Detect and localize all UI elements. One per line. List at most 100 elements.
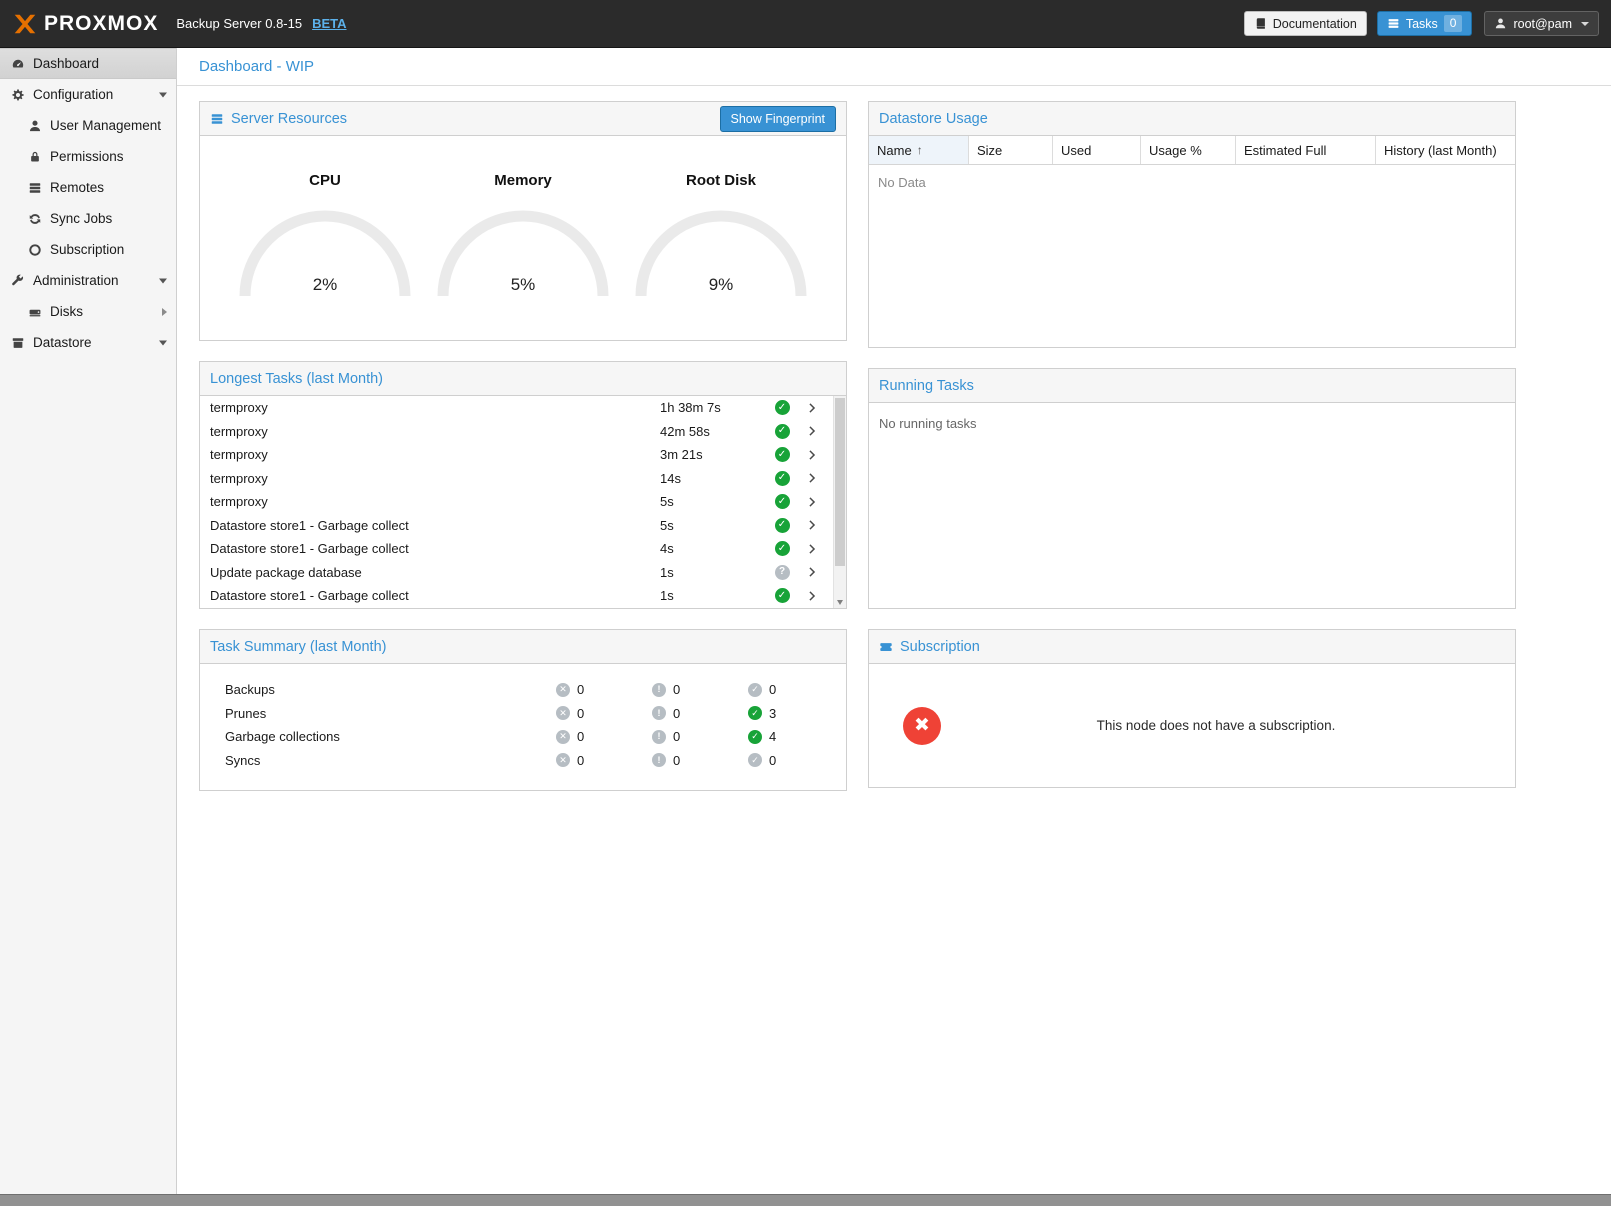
sidebar-item-sync-jobs[interactable]: Sync Jobs <box>0 203 176 234</box>
empty-state-text: No running tasks <box>879 416 977 431</box>
sidebar-item-remotes[interactable]: Remotes <box>0 172 176 203</box>
task-row[interactable]: termproxy 5s <box>200 490 832 514</box>
server-list-icon <box>28 181 42 195</box>
tasks-count-badge: 0 <box>1444 15 1463 32</box>
longest-tasks-panel: Longest Tasks (last Month) termproxy 1h … <box>199 361 847 609</box>
datastore-usage-panel: Datastore Usage Name Size Used Usage % E… <box>868 101 1516 348</box>
task-row[interactable]: Update package database 1s <box>200 561 832 585</box>
error-count-icon <box>556 683 570 697</box>
task-status-icon <box>770 518 794 533</box>
chevron-right-icon[interactable] <box>794 519 832 531</box>
expand-arrow-icon[interactable] <box>162 308 167 316</box>
chevron-right-icon[interactable] <box>794 425 832 437</box>
collapse-arrow-icon[interactable] <box>159 92 167 97</box>
sidebar-item-datastore[interactable]: Datastore <box>0 327 176 358</box>
chevron-right-icon[interactable] <box>794 566 832 578</box>
scrollbar-thumb[interactable] <box>835 398 845 566</box>
sort-ascending-icon <box>917 143 923 157</box>
chevron-right-icon[interactable] <box>794 543 832 555</box>
wrench-icon <box>11 274 25 288</box>
panel-title: Running Tasks <box>879 378 974 394</box>
memory-gauge: Memory 5% <box>428 172 618 301</box>
task-row[interactable]: termproxy 42m 58s <box>200 420 832 444</box>
column-header-history[interactable]: History (last Month) <box>1376 136 1515 164</box>
task-status-icon <box>770 471 794 486</box>
user-icon <box>28 119 42 133</box>
sidebar-item-dashboard[interactable]: Dashboard <box>0 48 176 79</box>
cpu-gauge: CPU 2% <box>230 172 420 301</box>
root-disk-gauge: Root Disk 9% <box>626 172 816 301</box>
product-version: Backup Server 0.8-15 <box>176 16 302 31</box>
memory-percent: 5% <box>428 275 618 295</box>
column-header-size[interactable]: Size <box>969 136 1053 164</box>
tasks-button[interactable]: Tasks 0 <box>1377 11 1473 36</box>
sidebar-item-disks[interactable]: Disks <box>0 296 176 327</box>
task-status-icon <box>770 565 794 580</box>
task-row[interactable]: Datastore store1 - Garbage collect 1s <box>200 584 832 608</box>
task-row[interactable]: Datastore store1 - Garbage collect 4s <box>200 537 832 561</box>
sidebar-item-configuration[interactable]: Configuration <box>0 79 176 110</box>
task-summary-row: Backups 0 0 0 <box>225 678 846 702</box>
task-list-icon <box>1387 17 1400 30</box>
documentation-button[interactable]: Documentation <box>1244 11 1367 36</box>
server-resources-icon <box>210 112 224 126</box>
show-fingerprint-button[interactable]: Show Fingerprint <box>720 106 837 132</box>
column-header-usage[interactable]: Usage % <box>1141 136 1236 164</box>
panel-title: Server Resources <box>231 111 347 127</box>
sidebar-item-user-management[interactable]: User Management <box>0 110 176 141</box>
chevron-right-icon[interactable] <box>794 449 832 461</box>
task-summary-panel: Task Summary (last Month) Backups 0 0 0 … <box>199 629 847 791</box>
task-status-icon <box>770 541 794 556</box>
empty-state-text: No Data <box>878 175 926 190</box>
brand-text: PROXMOX <box>44 12 158 36</box>
server-resources-panel: Server Resources Show Fingerprint CPU 2% <box>199 101 847 341</box>
column-header-estimated-full[interactable]: Estimated Full <box>1236 136 1376 164</box>
lock-icon <box>28 150 42 164</box>
root-disk-percent: 9% <box>626 275 816 295</box>
panel-title: Longest Tasks (last Month) <box>210 371 383 387</box>
task-summary-row: Garbage collections 0 0 4 <box>225 725 846 749</box>
gear-icon <box>11 88 25 102</box>
task-row[interactable]: Datastore store1 - Garbage collect 5s <box>200 514 832 538</box>
task-row[interactable]: termproxy 3m 21s <box>200 443 832 467</box>
longest-tasks-list: termproxy 1h 38m 7s termproxy 42m 58s <box>200 396 846 608</box>
sidebar-item-permissions[interactable]: Permissions <box>0 141 176 172</box>
task-row[interactable]: termproxy 14s <box>200 467 832 491</box>
subscription-message: This node does not have a subscription. <box>941 718 1491 733</box>
chevron-right-icon[interactable] <box>794 472 832 484</box>
collapse-arrow-icon[interactable] <box>159 278 167 283</box>
error-count-icon <box>556 706 570 720</box>
collapse-arrow-icon[interactable] <box>159 340 167 345</box>
sidebar: Dashboard Configuration User Management … <box>0 48 177 1194</box>
panel-title: Task Summary (last Month) <box>210 639 386 655</box>
chevron-down-icon <box>1581 22 1589 26</box>
task-row[interactable]: termproxy 1h 38m 7s <box>200 396 832 420</box>
task-status-icon <box>770 400 794 415</box>
running-tasks-panel: Running Tasks No running tasks <box>868 368 1516 609</box>
main-content: Dashboard - WIP Server Resources Show Fi… <box>177 48 1611 1194</box>
warning-count-icon <box>652 753 666 767</box>
task-status-icon <box>770 447 794 462</box>
error-count-icon <box>556 753 570 767</box>
panel-title: Datastore Usage <box>879 111 988 127</box>
error-count-icon <box>556 730 570 744</box>
sidebar-item-administration[interactable]: Administration <box>0 265 176 296</box>
ok-count-icon <box>748 730 762 744</box>
task-summary-row: Prunes 0 0 3 <box>225 702 846 726</box>
column-header-used[interactable]: Used <box>1053 136 1141 164</box>
task-status-icon <box>770 424 794 439</box>
column-header-name[interactable]: Name <box>869 136 969 164</box>
chevron-right-icon[interactable] <box>794 496 832 508</box>
proxmox-logo: PROXMOX <box>12 11 158 37</box>
vertical-scrollbar[interactable] <box>833 396 846 608</box>
user-menu-button[interactable]: root@pam <box>1484 11 1599 36</box>
sidebar-item-subscription[interactable]: Subscription <box>0 234 176 265</box>
user-icon <box>1494 17 1507 30</box>
hard-disk-icon <box>28 305 42 319</box>
task-summary-row: Syncs 0 0 0 <box>225 749 846 773</box>
chevron-right-icon[interactable] <box>794 590 832 602</box>
scroll-down-arrow-icon[interactable] <box>837 600 843 605</box>
ok-count-icon <box>748 706 762 720</box>
beta-link[interactable]: BETA <box>312 16 346 31</box>
chevron-right-icon[interactable] <box>794 402 832 414</box>
